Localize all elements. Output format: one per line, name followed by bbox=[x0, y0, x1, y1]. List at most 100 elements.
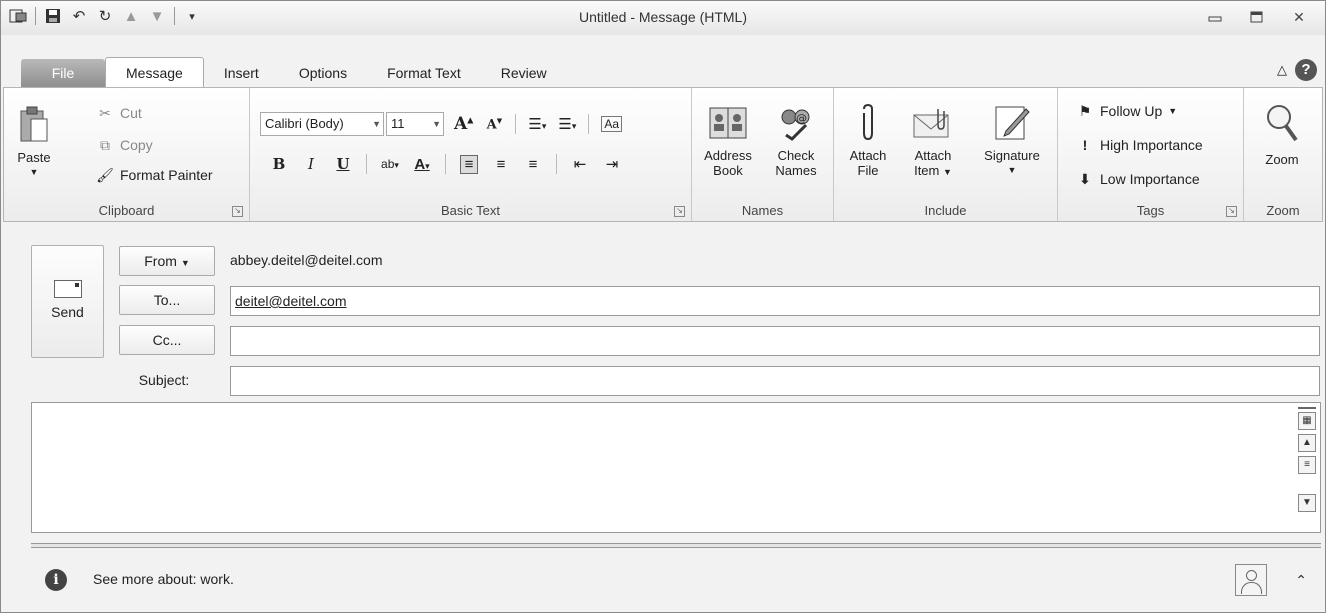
decrease-indent-icon[interactable]: ⇤ bbox=[571, 155, 589, 173]
scroll-down-icon[interactable]: ▼ bbox=[1298, 494, 1316, 512]
basic-text-launcher-icon[interactable]: ↘ bbox=[674, 206, 685, 217]
tags-launcher-icon[interactable]: ↘ bbox=[1226, 206, 1237, 217]
tab-file[interactable]: File bbox=[21, 59, 105, 87]
align-right-icon[interactable]: ≡ bbox=[524, 156, 542, 173]
restore-icon[interactable] bbox=[1239, 5, 1275, 29]
tags-group-label: Tags bbox=[1136, 203, 1165, 218]
paste-button[interactable]: Paste ▼ bbox=[12, 104, 56, 180]
clipboard-group: Paste ▼ ✂ Cut ⧉ Copy 🖌 Format Painter Cl… bbox=[4, 88, 250, 221]
zoom-button[interactable]: Zoom bbox=[1252, 102, 1312, 167]
signature-button[interactable]: Signature ▼ bbox=[972, 102, 1052, 178]
address-book-button[interactable]: Address Book bbox=[698, 102, 758, 178]
send-button[interactable]: Send bbox=[31, 245, 104, 358]
check-names-icon: @ bbox=[774, 102, 818, 144]
to-button[interactable]: To... bbox=[119, 285, 215, 315]
scroll-up-icon[interactable]: ▲ bbox=[1298, 434, 1316, 452]
zoom-group-label: Zoom bbox=[1266, 203, 1300, 218]
italic-button[interactable]: I bbox=[302, 155, 320, 173]
tab-review[interactable]: Review bbox=[481, 59, 567, 87]
to-recipient[interactable]: deitel@deitel.com bbox=[235, 293, 347, 309]
highlight-icon[interactable]: ab▾ bbox=[381, 157, 399, 171]
scrollbar-splitter[interactable] bbox=[1298, 407, 1316, 409]
attach-file-button[interactable]: Attach File bbox=[844, 102, 892, 178]
paste-dropdown-icon[interactable]: ▼ bbox=[12, 165, 56, 180]
font-color-icon[interactable]: A▾ bbox=[413, 156, 431, 173]
follow-up-button[interactable]: ⚑ Follow Up ▼ bbox=[1076, 102, 1177, 120]
separator bbox=[515, 114, 517, 134]
window-controls: ✕ bbox=[1197, 5, 1317, 29]
follow-up-label: Follow Up bbox=[1100, 103, 1163, 119]
message-window: ↶ ↻ ▲ ▼ ▾ Untitled - Message (HTML) ✕ Fi… bbox=[0, 0, 1326, 613]
paperclip-icon bbox=[846, 102, 890, 144]
subject-field[interactable] bbox=[230, 366, 1320, 396]
check-names-button[interactable]: @ Check Names bbox=[766, 102, 826, 178]
avatar-shoulders bbox=[1241, 582, 1262, 594]
clipboard-launcher-icon[interactable]: ↘ bbox=[232, 206, 243, 217]
avatar[interactable] bbox=[1235, 564, 1267, 596]
address-book-label-line1: Address bbox=[704, 148, 752, 163]
people-pane-text: See more about: work. bbox=[93, 571, 234, 587]
expand-people-pane-icon[interactable]: ⌃ bbox=[1295, 572, 1307, 589]
chevron-down-icon: ▼ bbox=[372, 119, 381, 129]
ribbon-tabs: File Message Insert Options Format Text … bbox=[1, 57, 1325, 87]
message-body[interactable]: ▦ ▲ ≡ ▼ bbox=[31, 402, 1321, 533]
close-icon[interactable]: ✕ bbox=[1281, 5, 1317, 29]
tab-options[interactable]: Options bbox=[279, 59, 367, 87]
tab-insert[interactable]: Insert bbox=[204, 59, 279, 87]
pane-splitter[interactable] bbox=[31, 543, 1321, 548]
bullets-icon[interactable]: ☰▾ bbox=[528, 115, 546, 133]
attach-file-label-line2: File bbox=[857, 163, 879, 178]
include-group: Attach File Attach Item ▼ Signature ▼ In… bbox=[834, 88, 1058, 221]
scroll-thumb[interactable]: ≡ bbox=[1298, 456, 1316, 474]
cc-button[interactable]: Cc... bbox=[119, 325, 215, 355]
minimize-ribbon-icon[interactable]: △ bbox=[1277, 62, 1287, 78]
cut-button[interactable]: ✂ Cut bbox=[96, 104, 142, 122]
copy-icon: ⧉ bbox=[100, 136, 110, 153]
align-center-icon[interactable]: ≡ bbox=[492, 156, 510, 173]
font-name-value: Calibri (Body) bbox=[265, 116, 344, 131]
cc-field[interactable] bbox=[230, 326, 1320, 356]
ruler-icon[interactable]: ▦ bbox=[1298, 412, 1316, 430]
body-scrollbar[interactable]: ▦ ▲ ≡ ▼ bbox=[1298, 407, 1318, 529]
copy-button[interactable]: ⧉ Copy bbox=[96, 136, 153, 154]
align-left-icon[interactable]: ≡ bbox=[460, 154, 478, 174]
window-title: Untitled - Message (HTML) bbox=[578, 9, 748, 25]
attach-item-button[interactable]: Attach Item ▼ bbox=[904, 102, 962, 180]
basic-text-group: Calibri (Body) ▼ 11 ▼ A▲ A▼ ☰▾ ☰▾ Aa B I… bbox=[250, 88, 692, 221]
format-painter-button[interactable]: 🖌 Format Painter bbox=[96, 166, 212, 184]
grow-font-icon[interactable]: A▲ bbox=[454, 114, 473, 134]
minimize-icon[interactable] bbox=[1197, 5, 1233, 29]
underline-button[interactable]: U bbox=[334, 155, 352, 173]
font-name-combo[interactable]: Calibri (Body) ▼ bbox=[260, 112, 384, 136]
check-names-label-line2: Names bbox=[775, 163, 817, 178]
shrink-font-icon[interactable]: A▼ bbox=[485, 116, 503, 132]
increase-indent-icon[interactable]: ⇥ bbox=[603, 155, 621, 173]
scissors-icon: ✂ bbox=[99, 104, 111, 121]
chevron-down-icon[interactable]: ▼ bbox=[972, 163, 1052, 178]
paste-icon bbox=[12, 104, 56, 146]
tab-message[interactable]: Message bbox=[105, 57, 204, 87]
font-size-combo[interactable]: 11 ▼ bbox=[386, 112, 444, 136]
basic-text-group-label: Basic Text bbox=[440, 203, 500, 218]
from-button[interactable]: From ▼ bbox=[119, 246, 215, 276]
chevron-down-icon: ▼ bbox=[180, 258, 190, 268]
numbering-icon[interactable]: ☰▾ bbox=[558, 115, 576, 133]
attach-item-label-text: Item bbox=[914, 163, 940, 178]
title-bar: ↶ ↻ ▲ ▼ ▾ Untitled - Message (HTML) ✕ bbox=[1, 1, 1325, 35]
from-value: abbey.deitel@deitel.com bbox=[230, 252, 383, 268]
zoom-label: Zoom bbox=[1265, 152, 1299, 167]
attach-item-label-line1: Attach bbox=[914, 148, 952, 163]
styles-icon[interactable]: Aa bbox=[601, 116, 623, 132]
names-group-label: Names bbox=[741, 203, 784, 218]
bold-button[interactable]: B bbox=[270, 155, 288, 173]
high-importance-button[interactable]: ! High Importance bbox=[1076, 136, 1203, 154]
tab-format-text[interactable]: Format Text bbox=[367, 59, 481, 87]
low-importance-button[interactable]: ⬇ Low Importance bbox=[1076, 170, 1199, 188]
attach-item-label-line2: Item ▼ bbox=[904, 163, 962, 180]
subject-label: Subject: bbox=[138, 372, 190, 388]
help-area: △ ? bbox=[1277, 59, 1317, 81]
to-field[interactable]: deitel@deitel.com bbox=[230, 286, 1320, 316]
include-group-label: Include bbox=[924, 203, 967, 218]
help-icon[interactable]: ? bbox=[1295, 59, 1317, 81]
magnifier-icon bbox=[1260, 102, 1304, 144]
